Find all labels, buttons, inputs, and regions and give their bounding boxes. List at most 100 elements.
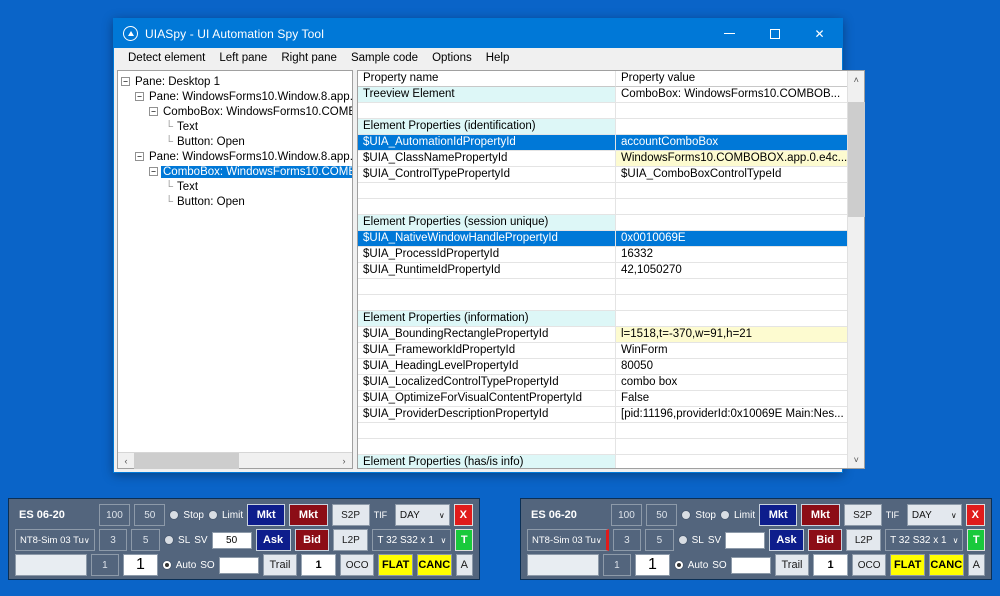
menu-left-pane[interactable]: Left pane xyxy=(212,50,274,66)
property-row[interactable] xyxy=(358,103,848,119)
tif-select[interactable]: DAY ∨ xyxy=(906,504,962,526)
trail-qty-input[interactable]: 1 xyxy=(813,554,848,576)
trail-toggle-button[interactable]: T xyxy=(967,529,986,551)
scroll-up-icon[interactable]: ˄ xyxy=(848,71,864,88)
tree-hscroll-thumb[interactable] xyxy=(134,452,240,469)
s2p-button[interactable]: S2P xyxy=(843,504,882,526)
qty-field-3[interactable]: 3 xyxy=(98,529,128,551)
auto-option[interactable]: Auto xyxy=(161,560,196,571)
sv-input[interactable] xyxy=(725,531,766,549)
s2p-button[interactable]: S2P xyxy=(331,504,370,526)
stop-radio[interactable] xyxy=(681,510,692,520)
sl-radio[interactable] xyxy=(677,535,688,545)
tree-node[interactable]: └ Text xyxy=(121,179,352,194)
flat-button[interactable]: FLAT xyxy=(890,554,925,576)
qty-field-50[interactable]: 50 xyxy=(646,504,678,526)
property-row[interactable]: $UIA_ProcessIdPropertyId 16332 xyxy=(358,247,848,263)
stop-option[interactable]: Stop xyxy=(169,510,204,521)
flat-button[interactable]: FLAT xyxy=(378,554,413,576)
market-sell-button[interactable]: Mkt xyxy=(801,504,840,526)
blank-field[interactable] xyxy=(527,554,599,576)
property-section-row[interactable]: Element Properties (has/is info) xyxy=(358,455,847,468)
tick-select[interactable]: T 32 S32 x 1 ∨ xyxy=(372,529,452,551)
close-position-button[interactable]: X xyxy=(965,504,985,526)
auto-radio[interactable] xyxy=(161,560,172,570)
qty-field-50[interactable]: 50 xyxy=(134,504,166,526)
property-row[interactable] xyxy=(358,439,848,455)
property-row[interactable]: $UIA_BoundingRectanglePropertyId l=1518,t… xyxy=(358,327,848,343)
tree-node[interactable]: └ Button: Open xyxy=(121,134,352,149)
property-row[interactable]: $UIA_ProviderDescriptionPropertyId [pid:1… xyxy=(358,407,848,423)
tree-horizontal-scrollbar[interactable]: ‹ › xyxy=(118,452,352,469)
property-row[interactable]: $UIA_OptimizeForVisualContentPropertyId F… xyxy=(358,391,848,407)
property-grid-vscroll-track[interactable] xyxy=(848,88,866,451)
tree-node[interactable]: − ComboBox: WindowsForms10.COMBOB xyxy=(121,164,352,179)
property-row[interactable]: $UIA_NativeWindowHandlePropertyId 0x00100… xyxy=(358,231,848,247)
close-position-button[interactable]: X xyxy=(453,504,473,526)
tree-expander-icon[interactable]: − xyxy=(121,77,130,86)
bid-button[interactable]: Bid xyxy=(294,529,330,551)
qty-field-100[interactable]: 100 xyxy=(98,504,131,526)
trail-button[interactable]: Trail xyxy=(262,554,298,576)
account-combobox[interactable]: NT8-Sim 03 Tu ∨ xyxy=(15,529,95,551)
property-row[interactable] xyxy=(358,199,848,215)
tree-node[interactable]: −Pane: WindowsForms10.Window.8.app.0.e4c xyxy=(121,89,352,104)
tick-select[interactable]: T 32 S32 x 1 ∨ xyxy=(885,529,964,551)
tree-node[interactable]: − Pane: Desktop 1 xyxy=(121,74,352,89)
property-row[interactable]: $UIA_ClassNamePropertyId WindowsForms10.C… xyxy=(358,151,848,167)
trail-qty-input[interactable]: 1 xyxy=(301,554,336,576)
property-row[interactable] xyxy=(358,423,848,439)
property-row[interactable]: $UIA_LocalizedControlTypePropertyId combo… xyxy=(358,375,848,391)
menu-help[interactable]: Help xyxy=(479,50,517,66)
scroll-down-icon[interactable]: ˅ xyxy=(848,451,864,468)
tree-expander-icon[interactable]: − xyxy=(149,167,158,176)
limit-radio[interactable] xyxy=(720,510,730,520)
tree-expander-icon[interactable]: − xyxy=(135,152,144,161)
property-row[interactable]: $UIA_ControlTypePropertyId $UIA_ComboBoxC… xyxy=(358,167,848,183)
account-combobox[interactable]: NT8-Sim 03 Tu ∨ xyxy=(527,529,609,551)
market-sell-button[interactable]: Mkt xyxy=(289,504,328,526)
property-section-row[interactable]: Element Properties (identification) xyxy=(358,119,848,135)
auto-option[interactable]: Auto xyxy=(673,560,708,571)
property-row[interactable] xyxy=(358,279,848,295)
a-button[interactable]: A xyxy=(455,554,474,576)
limit-option[interactable]: Limit xyxy=(720,510,755,521)
qty-field-1[interactable]: 1 xyxy=(602,554,632,576)
blank-field[interactable] xyxy=(15,554,87,576)
tree-expander-icon[interactable]: − xyxy=(149,107,158,116)
sl-radio[interactable] xyxy=(164,535,175,545)
market-buy-button[interactable]: Mkt xyxy=(247,504,286,526)
l2p-button[interactable]: L2P xyxy=(846,529,882,551)
tif-select[interactable]: DAY ∨ xyxy=(394,504,450,526)
property-row[interactable] xyxy=(358,183,848,199)
property-row[interactable]: $UIA_HeadingLevelPropertyId 80050 xyxy=(358,359,848,375)
property-row[interactable]: $UIA_RuntimeIdPropertyId 42,1050270 xyxy=(358,263,848,279)
market-buy-button[interactable]: Mkt xyxy=(759,504,798,526)
ask-button[interactable]: Ask xyxy=(255,529,291,551)
close-button[interactable]: ✕ xyxy=(797,19,842,48)
trail-button[interactable]: Trail xyxy=(774,554,810,576)
quantity-input[interactable]: 1 xyxy=(123,554,158,576)
sv-input[interactable]: 50 xyxy=(211,531,252,549)
limit-radio[interactable] xyxy=(208,510,218,520)
qty-field-3[interactable]: 3 xyxy=(612,529,642,551)
quantity-input[interactable]: 1 xyxy=(635,554,670,576)
scroll-right-icon[interactable]: › xyxy=(336,453,352,469)
property-row[interactable]: $UIA_AutomationIdPropertyId accountComboB… xyxy=(358,135,848,151)
tree-node[interactable]: − ComboBox: WindowsForms10.COMBOB xyxy=(121,104,352,119)
property-section-row[interactable]: Element Properties (information) xyxy=(358,311,848,327)
qty-field-100[interactable]: 100 xyxy=(610,504,643,526)
ask-button[interactable]: Ask xyxy=(769,529,804,551)
cancel-button[interactable]: CANC xyxy=(416,554,452,576)
property-row[interactable] xyxy=(358,295,848,311)
stop-radio[interactable] xyxy=(169,510,180,520)
l2p-button[interactable]: L2P xyxy=(333,529,369,551)
tree-node[interactable]: └ Text xyxy=(121,119,352,134)
oco-button[interactable]: OCO xyxy=(851,554,887,576)
so-input[interactable] xyxy=(730,556,771,574)
cancel-button[interactable]: CANC xyxy=(928,554,964,576)
menu-sample-code[interactable]: Sample code xyxy=(344,50,425,66)
tree-expander-icon[interactable]: − xyxy=(135,92,144,101)
sl-option[interactable]: SL xyxy=(164,535,190,546)
menu-options[interactable]: Options xyxy=(425,50,479,66)
